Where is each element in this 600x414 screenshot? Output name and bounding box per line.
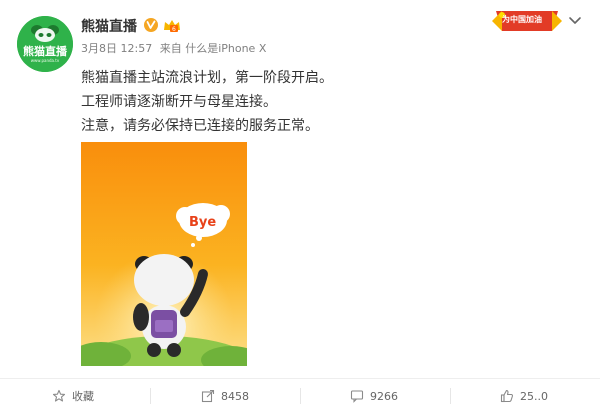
post-meta: 3月8日 12:57 来自 什么是iPhone X bbox=[81, 40, 270, 56]
repost-count: 8458 bbox=[221, 389, 249, 403]
repost-button[interactable]: 8458 bbox=[201, 385, 249, 407]
action-separator bbox=[450, 388, 451, 404]
comment-count: 9266 bbox=[370, 389, 398, 403]
weibo-post-card: 熊猫直播 www.panda.tv 熊猫直播 6 3月8日 12:57 来自 什… bbox=[0, 0, 600, 414]
post-line-2: 工程师请逐渐断开与母星连接。 bbox=[81, 94, 277, 110]
chevron-down-icon[interactable] bbox=[567, 14, 583, 28]
thumbs-up-icon bbox=[500, 389, 513, 403]
post-text: 熊猫直播主站流浪计划，第一阶段开启。 工程师请逐渐断开与母星连接。 注意，请务必… bbox=[81, 66, 561, 138]
post-line-3: 注意，请务必保持已连接的服务正常。 bbox=[81, 118, 319, 134]
avatar[interactable]: 熊猫直播 www.panda.tv bbox=[17, 16, 73, 72]
star-outline-icon bbox=[52, 389, 66, 402]
bye-text: Bye bbox=[189, 215, 216, 230]
comment-icon bbox=[350, 390, 364, 403]
post-date[interactable]: 3月8日 12:57 bbox=[81, 42, 152, 55]
favorite-button[interactable]: 收藏 bbox=[52, 385, 94, 407]
like-count: 25..0 bbox=[520, 389, 548, 403]
avatar-url-text: www.panda.tv bbox=[30, 58, 60, 63]
share-icon bbox=[201, 389, 215, 403]
post-source: 来自 什么是iPhone X bbox=[159, 42, 267, 55]
action-separator bbox=[300, 388, 301, 404]
favorite-label: 收藏 bbox=[72, 390, 94, 403]
comment-button[interactable]: 9266 bbox=[350, 385, 398, 407]
post-line-1: 熊猫直播主站流浪计划，第一阶段开启。 bbox=[81, 70, 333, 86]
post-image[interactable]: Bye bbox=[81, 142, 247, 366]
action-separator bbox=[150, 388, 151, 404]
campaign-badge-label: 为中国加油 bbox=[502, 15, 542, 24]
like-button[interactable]: 25..0 bbox=[500, 385, 548, 407]
avatar-brand-text: 熊猫直播 bbox=[23, 45, 67, 58]
vip-crown-icon[interactable]: 6 bbox=[162, 17, 182, 33]
author-name[interactable]: 熊猫直播 bbox=[81, 16, 137, 36]
verified-icon bbox=[144, 18, 158, 32]
svg-text:6: 6 bbox=[172, 26, 176, 33]
action-bar-divider bbox=[0, 378, 600, 379]
